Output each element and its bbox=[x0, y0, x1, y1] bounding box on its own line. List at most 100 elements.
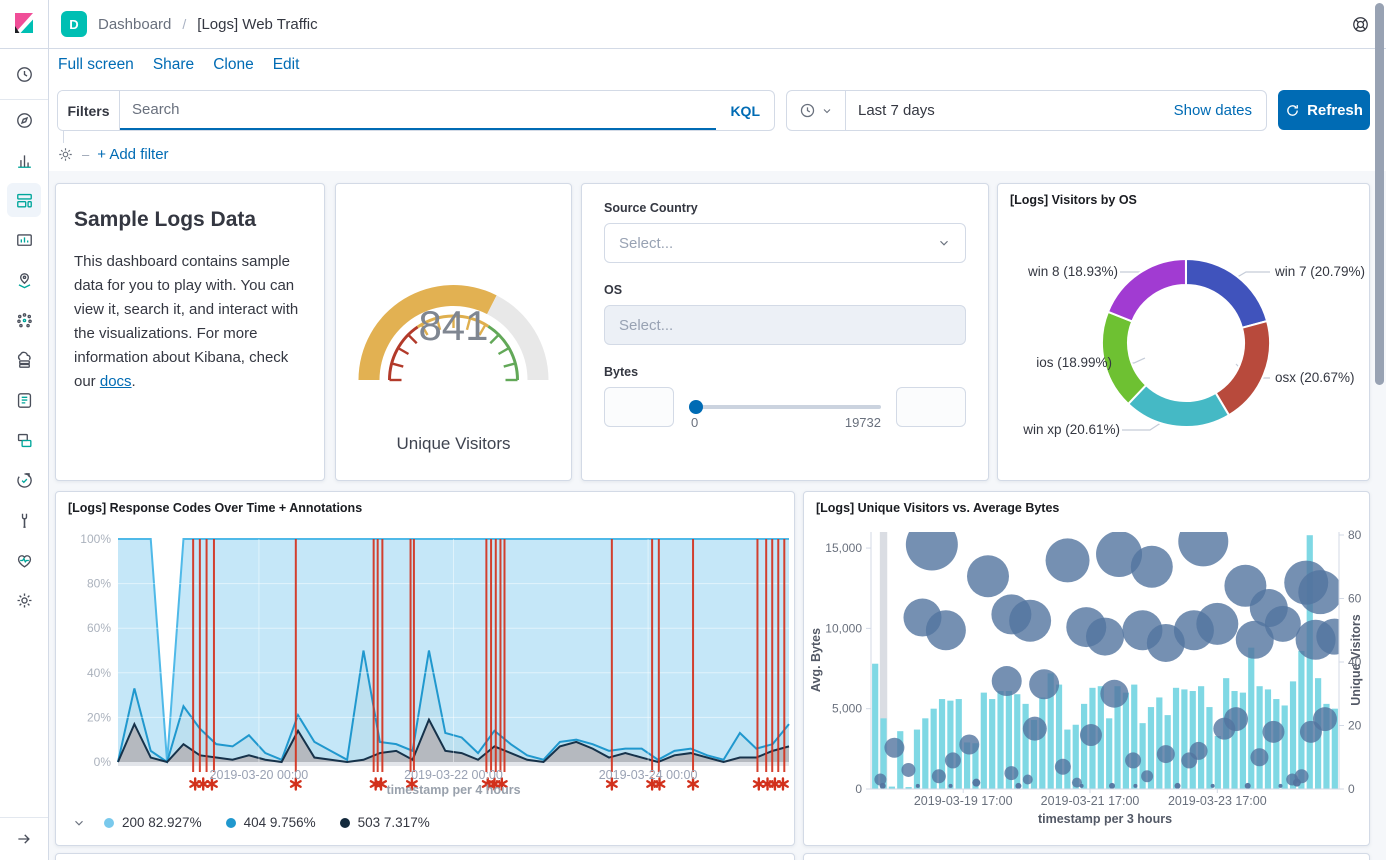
donut-slice-win 7[interactable] bbox=[1186, 259, 1267, 328]
add-filter-link[interactable]: + Add filter bbox=[97, 146, 168, 163]
donut-slice-win 8[interactable] bbox=[1108, 259, 1186, 321]
sidebar-item-canvas[interactable] bbox=[0, 220, 48, 260]
panel-response-codes[interactable]: [Logs] Response Codes Over Time + Annota… bbox=[55, 491, 795, 846]
avg-bytes-bar[interactable] bbox=[1273, 699, 1279, 789]
avg-bytes-bar[interactable] bbox=[1106, 718, 1112, 789]
avg-bytes-bar[interactable] bbox=[1215, 736, 1221, 789]
sidebar-item-monitoring[interactable] bbox=[0, 540, 48, 580]
sidebar-collapse-button[interactable] bbox=[0, 818, 48, 860]
avg-bytes-bar[interactable] bbox=[1240, 693, 1246, 789]
panel-visitors-by-os[interactable]: [Logs] Visitors by OS win 8 (18.93%)win … bbox=[997, 183, 1370, 481]
time-range-value[interactable]: Last 7 days bbox=[846, 102, 1174, 119]
avg-bytes-bar[interactable] bbox=[989, 699, 995, 789]
unique-visitors-bubble[interactable] bbox=[1055, 759, 1071, 775]
unique-visitors-bubble[interactable] bbox=[1141, 770, 1153, 782]
donut-chart[interactable]: win 8 (18.93%)win 7 (20.79%)ios (18.99%)… bbox=[998, 212, 1369, 480]
avg-bytes-bar[interactable] bbox=[1173, 688, 1179, 789]
help-icon[interactable] bbox=[1351, 15, 1370, 34]
kql-toggle[interactable]: KQL bbox=[716, 103, 774, 119]
unique-visitors-bubble[interactable] bbox=[1015, 783, 1021, 789]
avg-bytes-bar[interactable] bbox=[1206, 707, 1212, 789]
avg-bytes-bar[interactable] bbox=[1039, 697, 1045, 789]
unique-visitors-bubble[interactable] bbox=[1316, 619, 1352, 655]
unique-visitors-bubble[interactable] bbox=[1157, 745, 1175, 763]
legend-chevron-icon[interactable] bbox=[72, 816, 86, 830]
avg-bytes-bar[interactable] bbox=[947, 701, 953, 789]
unique-visitors-bubble[interactable] bbox=[1178, 516, 1228, 566]
unique-visitors-bubble[interactable] bbox=[1131, 546, 1173, 588]
avg-bytes-bar[interactable] bbox=[1081, 704, 1087, 789]
show-dates-button[interactable]: Show dates bbox=[1174, 102, 1266, 119]
sidebar-item-visualize[interactable] bbox=[0, 140, 48, 180]
clone-button[interactable]: Clone bbox=[213, 56, 254, 74]
panel-visitors-vs-bytes[interactable]: [Logs] Unique Visitors vs. Average Bytes… bbox=[803, 491, 1370, 846]
unique-visitors-bubble[interactable] bbox=[1023, 774, 1033, 784]
legend-item-404[interactable]: 404 9.756% bbox=[226, 815, 316, 830]
unique-visitors-bubble[interactable] bbox=[916, 784, 920, 788]
donut-slice-win xp[interactable] bbox=[1128, 385, 1229, 427]
vertical-scrollbar[interactable] bbox=[1375, 3, 1384, 385]
docs-link[interactable]: docs bbox=[100, 373, 132, 390]
bar-bubble-chart[interactable]: 05,00010,00015,0000204060802019-03-19 17… bbox=[804, 492, 1369, 845]
panel-unique-visitors-gauge[interactable]: 841 Unique Visitors bbox=[335, 183, 572, 481]
unique-visitors-bubble[interactable] bbox=[1029, 669, 1059, 699]
sidebar-item-apm[interactable] bbox=[0, 420, 48, 460]
unique-visitors-bubble[interactable] bbox=[926, 610, 966, 650]
bytes-slider[interactable]: 0 19732 bbox=[689, 387, 881, 433]
unique-visitors-bubble[interactable] bbox=[1109, 783, 1115, 789]
avg-bytes-bar[interactable] bbox=[997, 691, 1003, 789]
kibana-logo[interactable] bbox=[0, 0, 49, 48]
sidebar-item-uptime[interactable] bbox=[0, 460, 48, 500]
unique-visitors-bubble[interactable] bbox=[1080, 724, 1102, 746]
avg-bytes-bar[interactable] bbox=[1290, 681, 1296, 789]
unique-visitors-bubble[interactable] bbox=[1298, 570, 1342, 614]
source-country-select[interactable]: Select... bbox=[604, 223, 966, 263]
avg-bytes-bar[interactable] bbox=[1231, 691, 1237, 789]
unique-visitors-bubble[interactable] bbox=[1265, 606, 1301, 642]
unique-visitors-bubble[interactable] bbox=[1175, 783, 1181, 789]
unique-visitors-bubble[interactable] bbox=[1262, 721, 1284, 743]
bytes-min-input[interactable] bbox=[604, 387, 674, 427]
sidebar-item-machine-learning[interactable] bbox=[0, 300, 48, 340]
avg-bytes-bar[interactable] bbox=[1198, 686, 1204, 789]
avg-bytes-bar[interactable] bbox=[981, 693, 987, 789]
slider-handle[interactable] bbox=[689, 400, 703, 414]
unique-visitors-bubble[interactable] bbox=[1293, 779, 1301, 787]
time-quick-select-button[interactable] bbox=[787, 91, 846, 130]
avg-bytes-bar[interactable] bbox=[1248, 648, 1254, 789]
unique-visitors-bubble[interactable] bbox=[880, 783, 886, 789]
refresh-button[interactable]: Refresh bbox=[1278, 90, 1370, 130]
unique-visitors-bubble[interactable] bbox=[1196, 603, 1238, 645]
avg-bytes-bar[interactable] bbox=[1298, 651, 1304, 789]
unique-visitors-bubble[interactable] bbox=[1086, 618, 1124, 656]
area-chart[interactable]: 0%20%40%60%80%100%2019-03-20 00:002019-0… bbox=[56, 492, 794, 845]
unique-visitors-bubble[interactable] bbox=[1004, 766, 1018, 780]
unique-visitors-bubble[interactable] bbox=[1190, 742, 1208, 760]
unique-visitors-bubble[interactable] bbox=[1023, 717, 1047, 741]
edit-button[interactable]: Edit bbox=[273, 56, 300, 74]
unique-visitors-bubble[interactable] bbox=[1100, 680, 1128, 708]
slider-track[interactable] bbox=[689, 405, 881, 409]
sidebar-item-discover[interactable] bbox=[0, 100, 48, 140]
avg-bytes-bar[interactable] bbox=[1123, 693, 1129, 789]
legend-item-503[interactable]: 503 7.317% bbox=[340, 815, 430, 830]
donut-slice-osx[interactable] bbox=[1216, 321, 1270, 415]
unique-visitors-bubble[interactable] bbox=[1133, 784, 1137, 788]
legend-item-200[interactable]: 200 82.927% bbox=[104, 815, 202, 830]
sidebar-item-management[interactable] bbox=[0, 580, 48, 620]
search-input[interactable] bbox=[120, 91, 716, 130]
unique-visitors-bubble[interactable] bbox=[1125, 752, 1141, 768]
unique-visitors-bubble[interactable] bbox=[1245, 783, 1251, 789]
avg-bytes-bar[interactable] bbox=[1257, 686, 1263, 789]
sidebar-item-dev-tools[interactable] bbox=[0, 500, 48, 540]
unique-visitors-bubble[interactable] bbox=[992, 666, 1022, 696]
unique-visitors-bubble[interactable] bbox=[1250, 748, 1268, 766]
avg-bytes-bar[interactable] bbox=[922, 718, 928, 789]
unique-visitors-bubble[interactable] bbox=[932, 769, 946, 783]
filter-options-gear-icon[interactable] bbox=[57, 146, 74, 163]
unique-visitors-bubble[interactable] bbox=[967, 555, 1009, 597]
unique-visitors-bubble[interactable] bbox=[949, 784, 953, 788]
unique-visitors-bubble[interactable] bbox=[945, 752, 961, 768]
space-avatar[interactable]: D bbox=[61, 11, 87, 37]
avg-bytes-bar[interactable] bbox=[1131, 685, 1137, 789]
